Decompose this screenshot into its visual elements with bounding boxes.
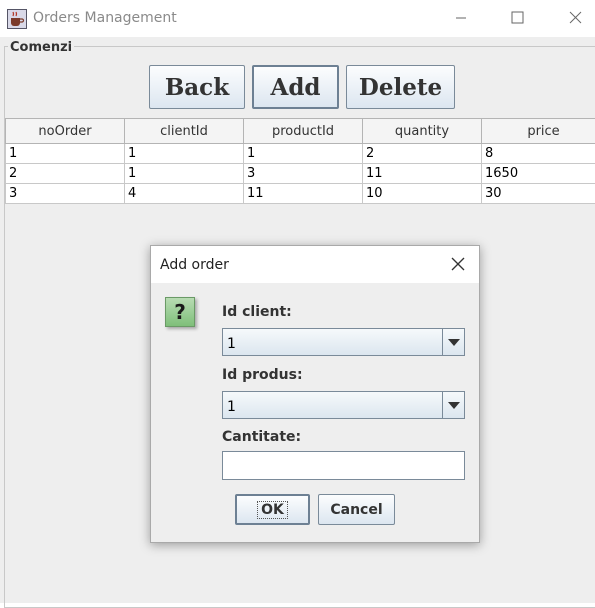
table-cell[interactable]: 1650: [482, 164, 595, 184]
orders-table: noOrder clientId productId quantity pric…: [5, 118, 595, 204]
product-id-combobox[interactable]: 1: [222, 391, 465, 419]
table-cell[interactable]: 30: [482, 184, 595, 204]
minimize-icon[interactable]: [447, 6, 475, 30]
dialog-titlebar: Add order: [151, 246, 479, 283]
table-cell[interactable]: 1: [125, 164, 244, 184]
product-id-dropdown-button[interactable]: [442, 392, 464, 418]
java-cup-icon: [7, 9, 27, 29]
table-cell[interactable]: 1: [6, 144, 125, 164]
add-button[interactable]: Add: [252, 65, 339, 109]
close-icon[interactable]: [561, 6, 589, 30]
dialog-close-icon[interactable]: [450, 256, 466, 272]
window-title: Orders Management: [33, 10, 177, 26]
column-header-price[interactable]: price: [482, 119, 595, 144]
panel-title: Comenzi: [8, 40, 74, 55]
table-row[interactable]: 1 1 1 2 8: [6, 144, 595, 164]
client-id-dropdown-button[interactable]: [442, 329, 464, 355]
client-id-value: 1: [227, 336, 236, 352]
product-id-label: Id produs:: [222, 367, 303, 383]
window-titlebar: Orders Management: [0, 0, 595, 37]
table-cell[interactable]: 8: [482, 144, 595, 164]
add-order-dialog: Add order ? Id client: 1 Id produs: 1 Ca…: [150, 245, 480, 543]
column-header-quantity[interactable]: quantity: [363, 119, 482, 144]
question-icon: ?: [165, 297, 195, 327]
column-header-productid[interactable]: productId: [244, 119, 363, 144]
maximize-icon[interactable]: [503, 6, 531, 30]
client-id-label: Id client:: [222, 304, 292, 320]
table-row[interactable]: 2 1 3 11 1650: [6, 164, 595, 184]
table-row[interactable]: 3 4 11 10 30: [6, 184, 595, 204]
column-header-clientid[interactable]: clientId: [125, 119, 244, 144]
table-cell[interactable]: 10: [363, 184, 482, 204]
ok-button[interactable]: OK: [235, 494, 310, 525]
table-cell[interactable]: 1: [244, 144, 363, 164]
client-id-combobox[interactable]: 1: [222, 328, 465, 356]
delete-button[interactable]: Delete: [346, 65, 455, 109]
cancel-button[interactable]: Cancel: [318, 494, 395, 525]
table-cell[interactable]: 11: [244, 184, 363, 204]
table-cell[interactable]: 3: [6, 184, 125, 204]
product-id-value: 1: [227, 399, 236, 415]
table-cell[interactable]: 1: [125, 144, 244, 164]
column-header-noorder[interactable]: noOrder: [6, 119, 125, 144]
ok-button-label: OK: [257, 501, 288, 519]
quantity-input[interactable]: [222, 451, 465, 480]
table-header-row: noOrder clientId productId quantity pric…: [6, 119, 595, 144]
quantity-label: Cantitate:: [222, 429, 301, 445]
back-button[interactable]: Back: [149, 65, 245, 109]
table-cell[interactable]: 11: [363, 164, 482, 184]
table-cell[interactable]: 2: [6, 164, 125, 184]
chevron-down-icon: [448, 402, 460, 409]
table-cell[interactable]: 4: [125, 184, 244, 204]
table-cell[interactable]: 2: [363, 144, 482, 164]
chevron-down-icon: [448, 339, 460, 346]
table-cell[interactable]: 3: [244, 164, 363, 184]
dialog-title: Add order: [160, 257, 229, 273]
